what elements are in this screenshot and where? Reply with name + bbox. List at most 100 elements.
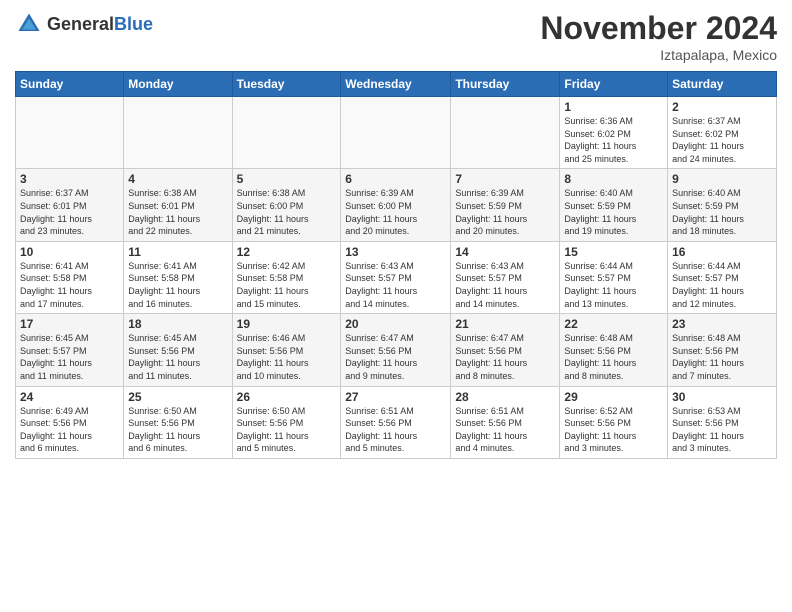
day-number: 14: [455, 245, 555, 259]
calendar-row-3: 10Sunrise: 6:41 AM Sunset: 5:58 PM Dayli…: [16, 241, 777, 313]
day-info: Sunrise: 6:44 AM Sunset: 5:57 PM Dayligh…: [672, 260, 772, 310]
logo-blue: Blue: [114, 14, 153, 34]
day-number: 23: [672, 317, 772, 331]
col-thursday: Thursday: [451, 72, 560, 97]
day-info: Sunrise: 6:44 AM Sunset: 5:57 PM Dayligh…: [564, 260, 663, 310]
day-info: Sunrise: 6:47 AM Sunset: 5:56 PM Dayligh…: [455, 332, 555, 382]
calendar-cell-w1-d5: [451, 97, 560, 169]
day-info: Sunrise: 6:47 AM Sunset: 5:56 PM Dayligh…: [345, 332, 446, 382]
day-info: Sunrise: 6:48 AM Sunset: 5:56 PM Dayligh…: [672, 332, 772, 382]
day-info: Sunrise: 6:48 AM Sunset: 5:56 PM Dayligh…: [564, 332, 663, 382]
day-number: 28: [455, 390, 555, 404]
day-number: 4: [128, 172, 227, 186]
day-number: 25: [128, 390, 227, 404]
col-wednesday: Wednesday: [341, 72, 451, 97]
calendar-cell-w2-d1: 3Sunrise: 6:37 AM Sunset: 6:01 PM Daylig…: [16, 169, 124, 241]
logo-general: General: [47, 14, 114, 34]
calendar-cell-w4-d5: 21Sunrise: 6:47 AM Sunset: 5:56 PM Dayli…: [451, 314, 560, 386]
calendar-cell-w5-d5: 28Sunrise: 6:51 AM Sunset: 5:56 PM Dayli…: [451, 386, 560, 458]
day-info: Sunrise: 6:52 AM Sunset: 5:56 PM Dayligh…: [564, 405, 663, 455]
calendar-cell-w2-d2: 4Sunrise: 6:38 AM Sunset: 6:01 PM Daylig…: [124, 169, 232, 241]
day-number: 12: [237, 245, 337, 259]
calendar-row-4: 17Sunrise: 6:45 AM Sunset: 5:57 PM Dayli…: [16, 314, 777, 386]
logo-icon: [15, 10, 43, 38]
calendar-cell-w1-d4: [341, 97, 451, 169]
day-number: 6: [345, 172, 446, 186]
calendar-header-row: Sunday Monday Tuesday Wednesday Thursday…: [16, 72, 777, 97]
day-number: 10: [20, 245, 119, 259]
day-info: Sunrise: 6:50 AM Sunset: 5:56 PM Dayligh…: [237, 405, 337, 455]
calendar-cell-w5-d7: 30Sunrise: 6:53 AM Sunset: 5:56 PM Dayli…: [668, 386, 777, 458]
location: Iztapalapa, Mexico: [540, 47, 777, 63]
day-info: Sunrise: 6:37 AM Sunset: 6:02 PM Dayligh…: [672, 115, 772, 165]
day-info: Sunrise: 6:43 AM Sunset: 5:57 PM Dayligh…: [345, 260, 446, 310]
day-info: Sunrise: 6:41 AM Sunset: 5:58 PM Dayligh…: [20, 260, 119, 310]
day-number: 22: [564, 317, 663, 331]
day-info: Sunrise: 6:49 AM Sunset: 5:56 PM Dayligh…: [20, 405, 119, 455]
logo: GeneralBlue: [15, 10, 153, 38]
page: GeneralBlue November 2024 Iztapalapa, Me…: [0, 0, 792, 612]
calendar-cell-w5-d1: 24Sunrise: 6:49 AM Sunset: 5:56 PM Dayli…: [16, 386, 124, 458]
day-info: Sunrise: 6:40 AM Sunset: 5:59 PM Dayligh…: [672, 187, 772, 237]
day-info: Sunrise: 6:39 AM Sunset: 6:00 PM Dayligh…: [345, 187, 446, 237]
calendar-cell-w2-d6: 8Sunrise: 6:40 AM Sunset: 5:59 PM Daylig…: [560, 169, 668, 241]
day-number: 30: [672, 390, 772, 404]
calendar-cell-w5-d2: 25Sunrise: 6:50 AM Sunset: 5:56 PM Dayli…: [124, 386, 232, 458]
calendar-row-1: 1Sunrise: 6:36 AM Sunset: 6:02 PM Daylig…: [16, 97, 777, 169]
day-number: 18: [128, 317, 227, 331]
calendar-cell-w1-d6: 1Sunrise: 6:36 AM Sunset: 6:02 PM Daylig…: [560, 97, 668, 169]
day-info: Sunrise: 6:39 AM Sunset: 5:59 PM Dayligh…: [455, 187, 555, 237]
day-info: Sunrise: 6:38 AM Sunset: 6:01 PM Dayligh…: [128, 187, 227, 237]
col-tuesday: Tuesday: [232, 72, 341, 97]
calendar-cell-w2-d7: 9Sunrise: 6:40 AM Sunset: 5:59 PM Daylig…: [668, 169, 777, 241]
day-info: Sunrise: 6:46 AM Sunset: 5:56 PM Dayligh…: [237, 332, 337, 382]
calendar-cell-w1-d3: [232, 97, 341, 169]
day-number: 29: [564, 390, 663, 404]
day-number: 19: [237, 317, 337, 331]
day-number: 21: [455, 317, 555, 331]
month-title: November 2024: [540, 10, 777, 47]
day-info: Sunrise: 6:45 AM Sunset: 5:56 PM Dayligh…: [128, 332, 227, 382]
logo-text: GeneralBlue: [47, 14, 153, 35]
calendar-row-5: 24Sunrise: 6:49 AM Sunset: 5:56 PM Dayli…: [16, 386, 777, 458]
col-sunday: Sunday: [16, 72, 124, 97]
calendar-cell-w3-d1: 10Sunrise: 6:41 AM Sunset: 5:58 PM Dayli…: [16, 241, 124, 313]
calendar-cell-w3-d7: 16Sunrise: 6:44 AM Sunset: 5:57 PM Dayli…: [668, 241, 777, 313]
calendar-cell-w4-d6: 22Sunrise: 6:48 AM Sunset: 5:56 PM Dayli…: [560, 314, 668, 386]
day-number: 1: [564, 100, 663, 114]
calendar-cell-w1-d1: [16, 97, 124, 169]
day-number: 17: [20, 317, 119, 331]
day-info: Sunrise: 6:53 AM Sunset: 5:56 PM Dayligh…: [672, 405, 772, 455]
day-info: Sunrise: 6:43 AM Sunset: 5:57 PM Dayligh…: [455, 260, 555, 310]
title-section: November 2024 Iztapalapa, Mexico: [540, 10, 777, 63]
calendar-cell-w3-d3: 12Sunrise: 6:42 AM Sunset: 5:58 PM Dayli…: [232, 241, 341, 313]
calendar-cell-w5-d3: 26Sunrise: 6:50 AM Sunset: 5:56 PM Dayli…: [232, 386, 341, 458]
day-info: Sunrise: 6:41 AM Sunset: 5:58 PM Dayligh…: [128, 260, 227, 310]
day-number: 26: [237, 390, 337, 404]
calendar-cell-w4-d1: 17Sunrise: 6:45 AM Sunset: 5:57 PM Dayli…: [16, 314, 124, 386]
calendar-cell-w5-d6: 29Sunrise: 6:52 AM Sunset: 5:56 PM Dayli…: [560, 386, 668, 458]
day-info: Sunrise: 6:51 AM Sunset: 5:56 PM Dayligh…: [455, 405, 555, 455]
calendar-cell-w3-d5: 14Sunrise: 6:43 AM Sunset: 5:57 PM Dayli…: [451, 241, 560, 313]
day-number: 15: [564, 245, 663, 259]
day-number: 24: [20, 390, 119, 404]
day-number: 8: [564, 172, 663, 186]
day-number: 5: [237, 172, 337, 186]
calendar: Sunday Monday Tuesday Wednesday Thursday…: [15, 71, 777, 459]
col-friday: Friday: [560, 72, 668, 97]
calendar-cell-w4-d2: 18Sunrise: 6:45 AM Sunset: 5:56 PM Dayli…: [124, 314, 232, 386]
calendar-cell-w5-d4: 27Sunrise: 6:51 AM Sunset: 5:56 PM Dayli…: [341, 386, 451, 458]
day-number: 27: [345, 390, 446, 404]
calendar-row-2: 3Sunrise: 6:37 AM Sunset: 6:01 PM Daylig…: [16, 169, 777, 241]
day-info: Sunrise: 6:45 AM Sunset: 5:57 PM Dayligh…: [20, 332, 119, 382]
calendar-cell-w4-d7: 23Sunrise: 6:48 AM Sunset: 5:56 PM Dayli…: [668, 314, 777, 386]
calendar-cell-w2-d5: 7Sunrise: 6:39 AM Sunset: 5:59 PM Daylig…: [451, 169, 560, 241]
day-info: Sunrise: 6:42 AM Sunset: 5:58 PM Dayligh…: [237, 260, 337, 310]
day-info: Sunrise: 6:37 AM Sunset: 6:01 PM Dayligh…: [20, 187, 119, 237]
day-number: 3: [20, 172, 119, 186]
calendar-cell-w4-d4: 20Sunrise: 6:47 AM Sunset: 5:56 PM Dayli…: [341, 314, 451, 386]
day-info: Sunrise: 6:38 AM Sunset: 6:00 PM Dayligh…: [237, 187, 337, 237]
day-info: Sunrise: 6:50 AM Sunset: 5:56 PM Dayligh…: [128, 405, 227, 455]
day-number: 7: [455, 172, 555, 186]
day-info: Sunrise: 6:40 AM Sunset: 5:59 PM Dayligh…: [564, 187, 663, 237]
